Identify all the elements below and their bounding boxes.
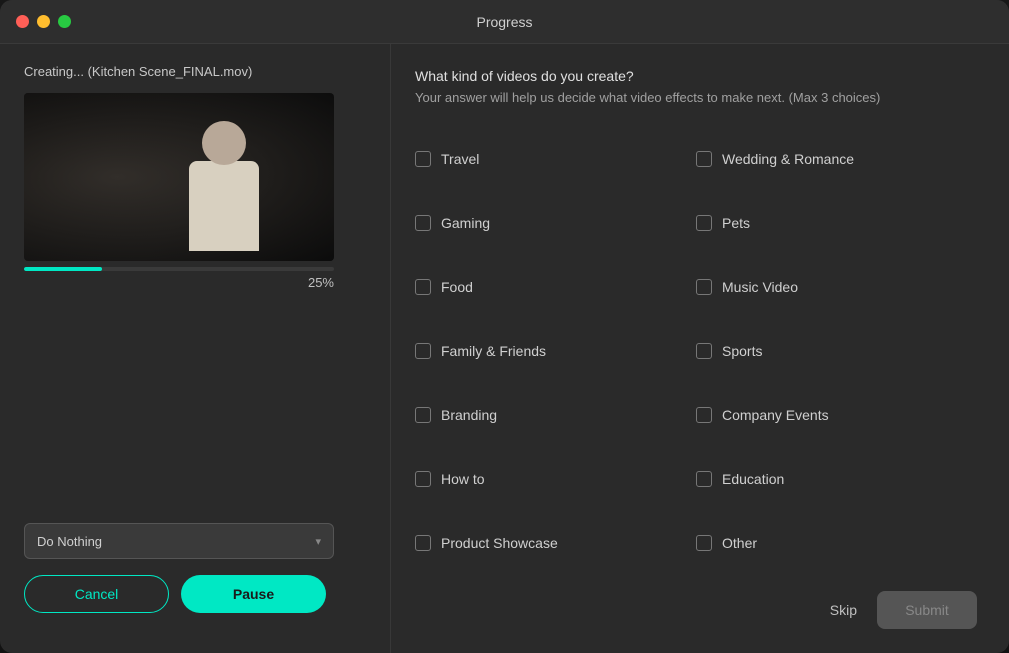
skip-button[interactable]: Skip [830, 602, 857, 618]
bottom-actions: Skip Submit [415, 591, 977, 629]
checkbox-item-company-events[interactable]: Company Events [696, 383, 977, 447]
maximize-button[interactable] [58, 15, 71, 28]
checkbox-item-wedding[interactable]: Wedding & Romance [696, 128, 977, 192]
checkbox-gaming[interactable] [415, 215, 431, 231]
checkbox-item-education[interactable]: Education [696, 447, 977, 511]
checkbox-item-family-friends[interactable]: Family & Friends [415, 319, 696, 383]
checkbox-label-company-events: Company Events [722, 407, 829, 423]
checkbox-item-food[interactable]: Food [415, 255, 696, 319]
creating-label: Creating... (Kitchen Scene_FINAL.mov) [24, 64, 366, 79]
dropdown-row: Do Nothing ▾ [24, 523, 366, 559]
checkbox-item-gaming[interactable]: Gaming [415, 191, 696, 255]
checkbox-item-pets[interactable]: Pets [696, 191, 977, 255]
checkbox-label-travel: Travel [441, 151, 479, 167]
checkbox-label-education: Education [722, 471, 784, 487]
checkbox-label-branding: Branding [441, 407, 497, 423]
checkbox-label-family-friends: Family & Friends [441, 343, 546, 359]
main-window: Progress Creating... (Kitchen Scene_FINA… [0, 0, 1009, 653]
checkbox-item-sports[interactable]: Sports [696, 319, 977, 383]
progress-bar-container [24, 267, 334, 271]
scene-person [174, 121, 294, 251]
question-title: What kind of videos do you create? [415, 68, 977, 84]
left-panel: Creating... (Kitchen Scene_FINAL.mov) 25… [0, 44, 390, 653]
close-button[interactable] [16, 15, 29, 28]
checkbox-branding[interactable] [415, 407, 431, 423]
submit-button[interactable]: Submit [877, 591, 977, 629]
checkbox-item-product-showcase[interactable]: Product Showcase [415, 511, 696, 575]
checkbox-label-music-video: Music Video [722, 279, 798, 295]
progress-percent: 25% [24, 275, 334, 290]
right-panel: What kind of videos do you create? Your … [390, 44, 1009, 653]
checkbox-travel[interactable] [415, 151, 431, 167]
checkbox-education[interactable] [696, 471, 712, 487]
checkbox-label-pets: Pets [722, 215, 750, 231]
dropdown-value: Do Nothing [37, 534, 102, 549]
checkbox-label-how-to: How to [441, 471, 485, 487]
checkbox-pets[interactable] [696, 215, 712, 231]
checkbox-item-branding[interactable]: Branding [415, 383, 696, 447]
checkbox-food[interactable] [415, 279, 431, 295]
checkbox-item-music-video[interactable]: Music Video [696, 255, 977, 319]
chevron-down-icon: ▾ [315, 535, 321, 548]
checkbox-label-wedding: Wedding & Romance [722, 151, 854, 167]
checkbox-other[interactable] [696, 535, 712, 551]
checkboxes-grid: Travel Wedding & Romance Gaming Pets Food Mus… [415, 128, 977, 576]
video-preview [24, 93, 334, 261]
checkbox-item-other[interactable]: Other [696, 511, 977, 575]
titlebar: Progress [0, 0, 1009, 44]
traffic-lights [16, 15, 71, 28]
checkbox-company-events[interactable] [696, 407, 712, 423]
checkbox-label-other: Other [722, 535, 757, 551]
content-area: Creating... (Kitchen Scene_FINAL.mov) 25… [0, 44, 1009, 653]
checkbox-how-to[interactable] [415, 471, 431, 487]
progress-bar-fill [24, 267, 102, 271]
checkbox-label-food: Food [441, 279, 473, 295]
minimize-button[interactable] [37, 15, 50, 28]
do-nothing-dropdown[interactable]: Do Nothing ▾ [24, 523, 334, 559]
checkbox-label-sports: Sports [722, 343, 762, 359]
checkbox-item-travel[interactable]: Travel [415, 128, 696, 192]
checkbox-music-video[interactable] [696, 279, 712, 295]
checkbox-sports[interactable] [696, 343, 712, 359]
cancel-button[interactable]: Cancel [24, 575, 169, 613]
checkbox-wedding[interactable] [696, 151, 712, 167]
checkbox-label-product-showcase: Product Showcase [441, 535, 558, 551]
checkbox-label-gaming: Gaming [441, 215, 490, 231]
checkbox-product-showcase[interactable] [415, 535, 431, 551]
checkbox-family-friends[interactable] [415, 343, 431, 359]
video-scene [24, 93, 334, 261]
question-subtitle: Your answer will help us decide what vid… [415, 88, 977, 108]
window-title: Progress [476, 14, 532, 30]
checkbox-item-how-to[interactable]: How to [415, 447, 696, 511]
pause-button[interactable]: Pause [181, 575, 326, 613]
button-row: Cancel Pause [24, 575, 366, 613]
